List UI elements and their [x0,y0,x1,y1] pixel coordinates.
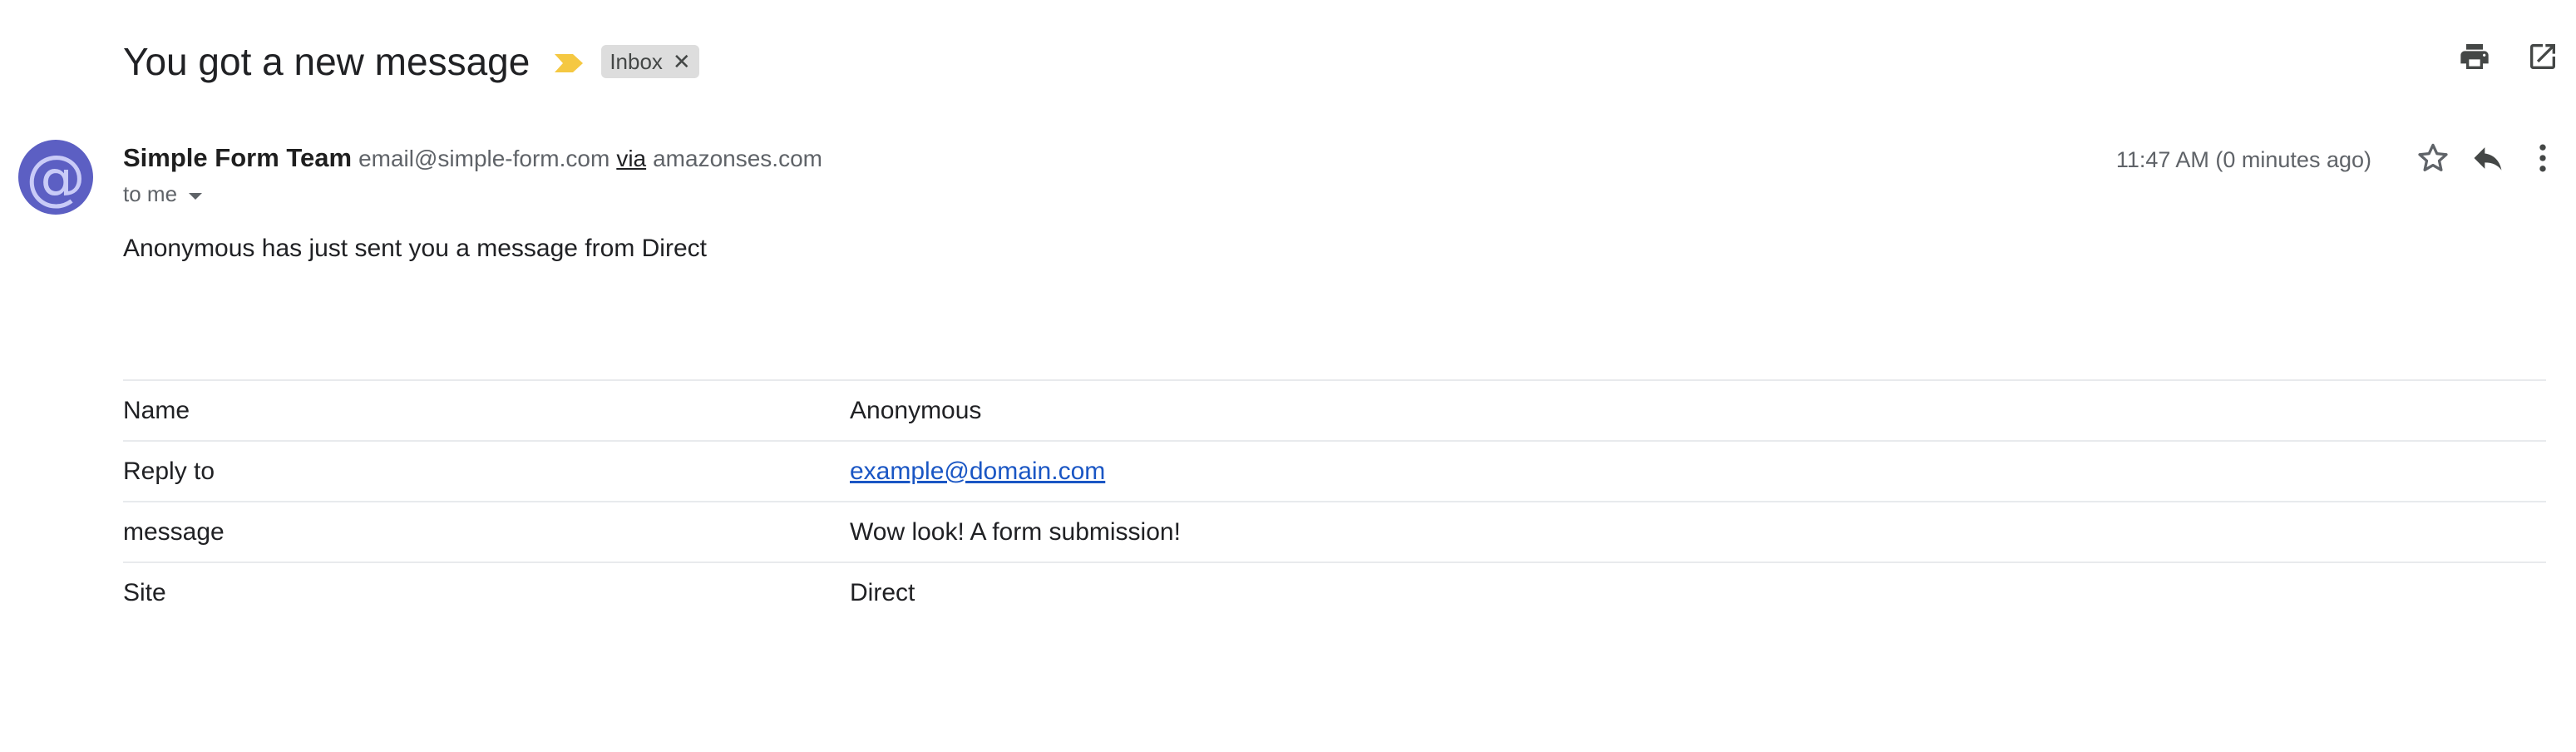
message-meta: 11:47 AM (0 minutes ago) [2116,138,2561,181]
field-label-site: Site [123,578,166,606]
table-row: message Wow look! A form submission! [123,501,2546,562]
field-label-name: Name [123,396,190,424]
more-vert-icon [2524,140,2561,181]
close-icon[interactable]: ✕ [673,51,691,72]
open-in-new-window-button[interactable] [2524,40,2561,77]
table-row: Site Direct [123,562,2546,622]
open-in-new-window-icon [2526,40,2559,77]
table-row: Reply to example@domain.com [123,440,2546,501]
reply-to-email-link[interactable]: example@domain.com [850,458,1105,485]
reply-button[interactable] [2470,141,2506,178]
sender-line: Simple Form Team email@simple-form.com v… [123,143,822,176]
field-label-message: message [123,517,225,546]
field-value-reply-to: example@domain.com [850,458,1105,486]
email-view: You got a new message Inbox ✕ @ Simple F… [0,0,2576,752]
top-actions [2456,40,2561,77]
field-value-site: Direct [850,578,915,606]
reply-icon [2470,140,2506,181]
subject-row: You got a new message Inbox ✕ [123,32,699,92]
email-subject: You got a new message [123,40,530,83]
star-button[interactable] [2415,141,2451,178]
importance-marker-icon[interactable] [553,52,585,74]
timestamp: 11:47 AM (0 minutes ago) [2115,146,2371,172]
table-row: Name Anonymous [123,379,2546,440]
print-button[interactable] [2456,40,2493,77]
sender-email: email@simple-form.com [358,146,610,171]
field-value-message: Wow look! A form submission! [850,517,1181,546]
label-chip-text: Inbox [609,48,663,74]
via-link[interactable]: via [616,146,646,172]
label-chip-inbox: Inbox ✕ [601,45,699,78]
message-intro: Anonymous has just sent you a message fr… [123,235,707,262]
sender-name[interactable]: Simple Form Team [123,143,352,173]
form-fields-table: Name Anonymous Reply to example@domain.c… [123,379,2546,622]
print-icon [2458,40,2491,77]
star-icon [2415,140,2451,181]
recipient-text: to me [123,181,178,206]
more-options-button[interactable] [2524,141,2561,178]
recipient-details-toggle[interactable]: to me [123,181,203,207]
via-domain: amazonses.com [653,146,822,171]
avatar[interactable]: @ [18,140,93,215]
field-label-reply-to: Reply to [123,457,215,485]
chevron-down-icon [189,192,203,200]
field-value-name: Anonymous [850,396,982,424]
avatar-glyph: @ [26,142,86,212]
